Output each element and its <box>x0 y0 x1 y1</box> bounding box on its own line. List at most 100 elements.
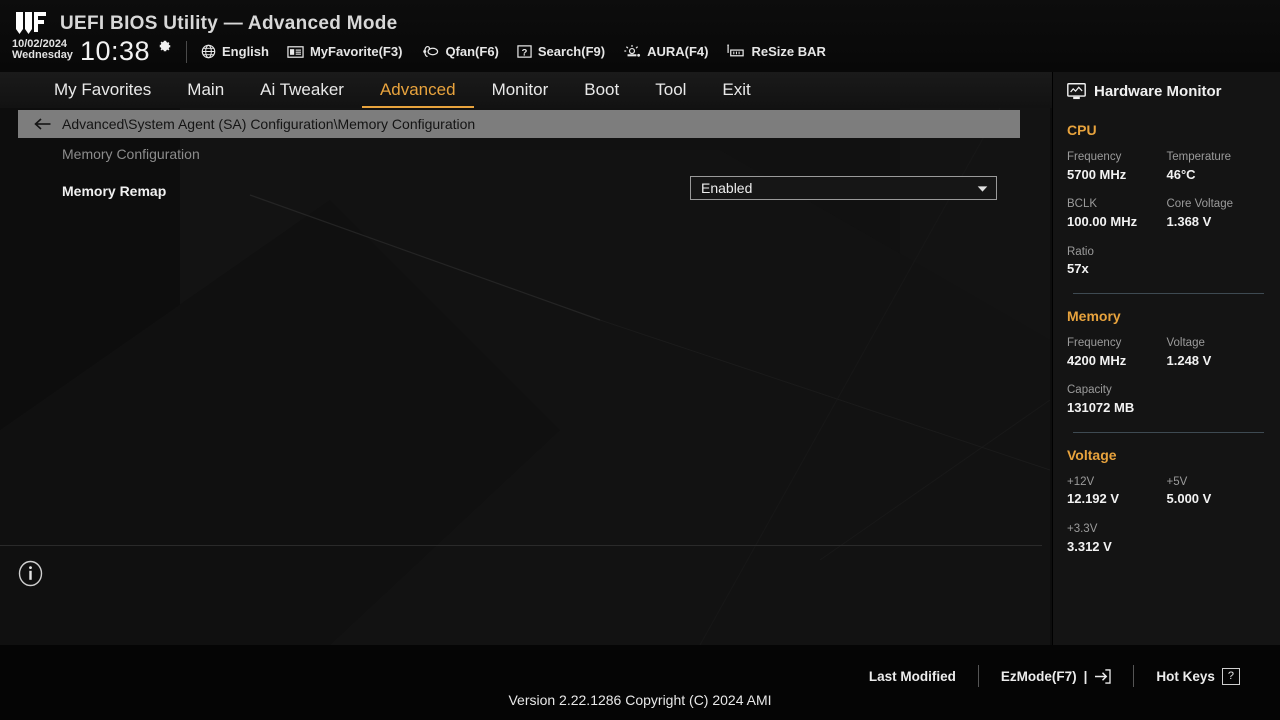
language-button[interactable]: English <box>201 44 269 59</box>
gear-icon[interactable] <box>158 39 172 53</box>
hotkeys-key: ? <box>1221 667 1240 685</box>
hw-key: Temperature <box>1166 151 1232 163</box>
hw-cell-cpu-frequency: Frequency 5700 MHz <box>1067 150 1167 184</box>
exit-arrow-icon <box>1095 668 1112 684</box>
hw-group-memory-title: Memory <box>1067 308 1121 325</box>
hw-cell-5v: +5V 5.000 V <box>1167 475 1267 509</box>
hw-key: Ratio <box>1067 245 1094 258</box>
header-separator <box>186 40 188 63</box>
breadcrumb[interactable]: Advanced\System Agent (SA) Configuration… <box>18 110 1020 138</box>
hardware-monitor-title: Hardware Monitor <box>1094 82 1222 100</box>
hw-row: Ratio 57x <box>1067 245 1266 279</box>
hw-group-cpu-title: CPU <box>1067 122 1097 138</box>
section-header: Memory Configuration <box>62 146 200 162</box>
tab-advanced[interactable]: Advanced <box>361 72 474 108</box>
last-modified-button[interactable]: Last Modified <box>847 669 978 684</box>
hw-key: BCLK <box>1067 198 1098 211</box>
hw-cell-cpu-bclk: BCLK 100.00 MHz <box>1067 197 1167 231</box>
last-modified-label: Last Modified <box>868 668 956 684</box>
aura-button[interactable]: AURA(F4) <box>623 44 708 59</box>
hw-value: 5.000 V <box>1166 491 1212 507</box>
hw-cell-memory-frequency: Frequency 4200 MHz <box>1067 336 1167 370</box>
aura-icon <box>624 44 641 57</box>
myfavorite-button[interactable]: MyFavorite(F3) <box>287 44 402 59</box>
hw-value: 4200 MHz <box>1067 352 1127 368</box>
back-arrow-icon[interactable] <box>34 117 52 131</box>
search-icon: ? <box>517 45 532 58</box>
resize-bar-label: ReSize BAR <box>751 44 826 59</box>
header-toolbar: 10/02/2024 Wednesday 10:38 English MyFav… <box>12 38 844 65</box>
svg-text:?: ? <box>522 47 528 57</box>
hotkeys-label: Hot Keys <box>1156 668 1215 684</box>
tuf-gaming-logo <box>16 12 46 34</box>
myfavorite-label: MyFavorite(F3) <box>309 44 403 59</box>
hw-row: BCLK 100.00 MHz Core Voltage 1.368 V <box>1067 197 1266 231</box>
hw-group-voltage-title: Voltage <box>1067 446 1117 463</box>
hw-cell-12v: +12V 12.192 V <box>1067 475 1167 509</box>
chevron-down-icon[interactable] <box>977 185 988 192</box>
hw-row: Frequency 5700 MHz Temperature 46°C <box>1067 150 1266 184</box>
hotkeys-button[interactable]: Hot Keys ? <box>1134 667 1262 685</box>
ezmode-label: EzMode(F7) <box>1000 668 1077 684</box>
hw-value: 46°C <box>1166 166 1196 182</box>
tab-main[interactable]: Main <box>169 72 242 108</box>
hw-row: +12V 12.192 V +5V 5.000 V <box>1067 475 1266 509</box>
hw-value: 3.312 V <box>1067 538 1112 554</box>
hardware-monitor-header: Hardware Monitor <box>1067 74 1266 108</box>
hw-cell-3v3: +3.3V 3.312 V <box>1067 522 1266 556</box>
version-text: Version 2.22.1286 Copyright (C) 2024 AMI <box>508 692 772 708</box>
hw-value: 131072 MB <box>1067 399 1135 415</box>
resize-bar-icon <box>727 44 745 57</box>
weekday-text: Wednesday <box>12 49 73 62</box>
hw-value: 1.368 V <box>1166 213 1212 229</box>
search-label: Search(F9) <box>537 44 606 59</box>
ezmode-button[interactable]: EzMode(F7) | <box>979 669 1134 684</box>
hw-key: Frequency <box>1067 151 1122 163</box>
qfan-icon <box>423 45 439 58</box>
info-icon[interactable] <box>18 560 43 587</box>
hw-value: 5700 MHz <box>1067 166 1127 182</box>
tab-my-favorites[interactable]: My Favorites <box>36 72 169 108</box>
hw-cell-memory-capacity: Capacity 131072 MB <box>1067 383 1266 417</box>
hw-key: +12V <box>1067 475 1095 488</box>
dropdown-value: Enabled <box>701 180 753 196</box>
resize-bar-button[interactable]: ReSize BAR <box>726 44 826 59</box>
qfan-button[interactable]: Qfan(F6) <box>420 44 499 59</box>
hw-key: +3.3V <box>1067 523 1098 536</box>
setting-label: Memory Remap <box>62 183 167 199</box>
footer-actions: Last Modified EzMode(F7) | Hot Keys ? <box>847 665 1262 687</box>
settings-panel: Memory Configuration Memory Remap <box>0 140 1042 545</box>
tab-tool[interactable]: Tool <box>637 72 704 108</box>
help-divider <box>0 545 1042 546</box>
hw-cell-memory-voltage: Voltage 1.248 V <box>1167 336 1267 370</box>
hw-cell-cpu-core-voltage: Core Voltage 1.368 V <box>1167 197 1267 231</box>
search-button[interactable]: ? Search(F9) <box>517 44 605 59</box>
globe-icon <box>201 44 216 59</box>
header-bar: UEFI BIOS Utility — Advanced Mode 10/02/… <box>0 0 1280 72</box>
tab-exit[interactable]: Exit <box>704 72 768 108</box>
hw-key: +5V <box>1166 475 1188 488</box>
hw-value: 12.192 V <box>1067 491 1120 507</box>
tab-ai-tweaker[interactable]: Ai Tweaker <box>242 72 362 108</box>
hw-divider <box>1073 431 1264 433</box>
hw-divider <box>1073 293 1264 295</box>
monitor-icon <box>1067 82 1086 99</box>
hw-row: Frequency 4200 MHz Voltage 1.248 V <box>1067 336 1266 370</box>
aura-label: AURA(F4) <box>647 44 709 59</box>
memory-remap-dropdown[interactable]: Enabled <box>690 176 997 200</box>
page-title: UEFI BIOS Utility — Advanced Mode <box>60 13 398 34</box>
hw-value: 100.00 MHz <box>1067 213 1138 229</box>
hw-cell-cpu-temperature: Temperature 46°C <box>1167 150 1267 184</box>
hardware-monitor-panel: Hardware Monitor CPU Frequency 5700 MHz … <box>1052 72 1280 645</box>
datetime-display: 10/02/2024 Wednesday 10:38 <box>12 38 172 65</box>
clock-text: 10:38 <box>79 36 151 66</box>
breadcrumb-path: Advanced\System Agent (SA) Configuration… <box>62 116 476 132</box>
hw-key: Capacity <box>1067 384 1112 397</box>
tab-monitor[interactable]: Monitor <box>474 72 567 108</box>
qfan-label: Qfan(F6) <box>445 44 499 59</box>
hw-row: +3.3V 3.312 V <box>1067 522 1266 556</box>
main-nav: My Favorites Main Ai Tweaker Advanced Mo… <box>0 72 1052 108</box>
hw-row: Capacity 131072 MB <box>1067 383 1266 417</box>
hw-key: Frequency <box>1067 337 1122 350</box>
tab-boot[interactable]: Boot <box>566 72 637 108</box>
